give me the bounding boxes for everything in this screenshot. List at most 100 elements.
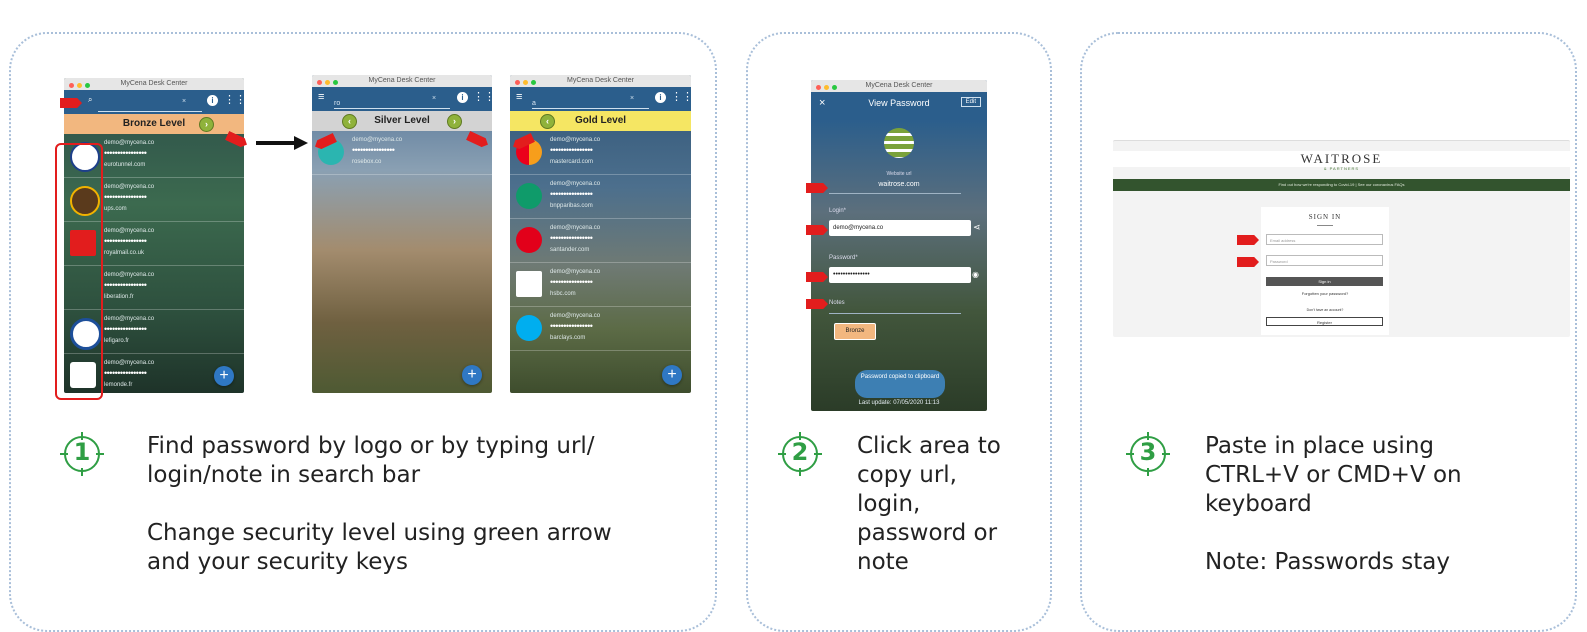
step-3-badge: 3 <box>1126 432 1170 476</box>
website-label: Website url <box>886 171 912 177</box>
row-login: demo@mycena.co <box>550 225 601 231</box>
info-icon[interactable]: i <box>655 92 666 103</box>
website-underline <box>829 193 961 194</box>
forgot-password-link[interactable]: Forgotten your password? <box>1261 291 1389 296</box>
next-level-arrow-icon[interactable]: › <box>447 114 462 129</box>
previous-level-arrow-icon[interactable]: ‹ <box>540 114 555 129</box>
row-password: •••••••••••••••• <box>550 321 593 331</box>
row-login: demo@mycena.co <box>104 140 155 146</box>
copied-toast: Password copied to clipboard <box>855 370 945 398</box>
level-button[interactable]: Bronze <box>834 323 876 340</box>
row-login: demo@mycena.co <box>104 184 155 190</box>
row-login: demo@mycena.co <box>550 137 601 143</box>
last-update: Last update: 07/05/2020 11:13 <box>858 400 940 406</box>
waitrose-logo: WAITROSE <box>1113 151 1570 167</box>
signin-title-underline <box>1317 225 1333 226</box>
row-site: barclays.com <box>550 335 586 341</box>
password-label: Password* <box>829 255 858 261</box>
barclays-logo-icon[interactable] <box>516 315 542 341</box>
waitrose-logo-sub: & PARTNERS <box>1323 166 1360 171</box>
step-1-number: 1 <box>73 438 91 466</box>
step-3-number: 3 <box>1139 438 1157 466</box>
row-site: lemonde.fr <box>104 382 133 388</box>
row-site: eurotunnel.com <box>104 162 146 168</box>
website-value[interactable]: waitrose.com <box>811 181 987 188</box>
password-field[interactable]: ••••••••••••••• <box>829 267 971 283</box>
password-row[interactable]: demo@mycena.co •••••••••••••••• mastercard… <box>510 131 691 175</box>
window-title: MyCena Desk Center <box>368 77 436 84</box>
previous-level-arrow-icon[interactable]: ‹ <box>342 114 357 129</box>
covid-banner: Find out how we're responding to Covid-1… <box>1113 179 1570 191</box>
row-site: bnpparibas.com <box>550 203 593 209</box>
row-site: ups.com <box>104 206 127 212</box>
row-site: lefigaro.fr <box>104 338 130 344</box>
row-site: rosebox.co <box>352 159 382 165</box>
row-password: •••••••••••••••• <box>550 145 593 155</box>
row-site: liberation.fr <box>104 294 134 300</box>
password-row[interactable]: demo@mycena.co •••••••••••••••• rosebox.co <box>312 131 492 175</box>
signin-button[interactable]: Sign in <box>1266 277 1383 286</box>
register-button[interactable]: Register <box>1266 317 1383 326</box>
row-login: demo@mycena.co <box>352 137 403 143</box>
menu-icon[interactable]: ≡ <box>516 91 522 103</box>
window-titlebar: MyCena Desk Center <box>64 78 244 90</box>
view-header: × View Password Edit <box>811 92 987 116</box>
window-title: MyCena Desk Center <box>120 80 188 87</box>
site-logo-icon <box>884 128 914 158</box>
password-row[interactable]: demo@mycena.co •••••••••••••••• barclays.c… <box>510 307 691 351</box>
add-password-fab[interactable]: + <box>214 366 234 386</box>
hsbc-logo-icon[interactable] <box>516 271 542 297</box>
info-icon[interactable]: i <box>457 92 468 103</box>
next-screen-arrow-icon <box>256 135 308 150</box>
row-password: •••••••••••••••• <box>550 233 593 243</box>
level-label: Gold Level <box>574 115 627 126</box>
search-bar[interactable]: ⌕ × i ⋮⋮⋮ <box>64 90 244 114</box>
covid-banner-text[interactable]: Find out how we're responding to Covid-1… <box>1113 179 1570 191</box>
info-icon[interactable]: i <box>207 95 218 106</box>
clear-icon[interactable]: × <box>630 95 634 102</box>
row-password: •••••••••••••••• <box>550 189 593 199</box>
bnp-logo-icon[interactable] <box>516 183 542 209</box>
waitrose-signin-page: WAITROSE & PARTNERS Find out how we're r… <box>1113 140 1570 337</box>
gold-level-screen: MyCena Desk Center ≡ a × i ⋮⋮⋮ ‹ Gold Le… <box>510 75 691 393</box>
search-icon: ⌕ <box>88 95 93 104</box>
email-input[interactable]: Email address <box>1266 234 1383 245</box>
menu-icon[interactable]: ≡ <box>318 91 324 103</box>
add-password-fab[interactable]: + <box>662 365 682 385</box>
row-password: •••••••••••••••• <box>104 324 147 334</box>
step-2-text: Click area to copy url, login, password … <box>857 433 1001 575</box>
add-password-fab[interactable]: + <box>462 365 482 385</box>
next-level-arrow-icon[interactable]: › <box>199 117 214 132</box>
logo-column-highlight <box>55 143 103 400</box>
login-field[interactable]: demo@mycena.co <box>829 220 971 236</box>
clear-icon[interactable]: × <box>182 98 186 105</box>
window-title: MyCena Desk Center <box>865 82 933 89</box>
share-icon[interactable]: ⋖ <box>973 222 981 233</box>
step-2-number: 2 <box>791 438 809 466</box>
clear-icon[interactable]: × <box>432 95 436 102</box>
password-input[interactable]: Password <box>1266 255 1383 266</box>
santander-logo-icon[interactable] <box>516 227 542 253</box>
row-login: demo@mycena.co <box>550 313 601 319</box>
row-password: •••••••••••••••• <box>104 148 147 158</box>
search-bar[interactable]: ≡ a × i ⋮⋮⋮ <box>510 87 691 111</box>
search-bar[interactable]: ≡ ro × i ⋮⋮⋮ <box>312 87 492 111</box>
grid-menu-icon[interactable]: ⋮⋮⋮ <box>671 90 691 103</box>
password-row[interactable]: demo@mycena.co •••••••••••••••• hsbc.com <box>510 263 691 307</box>
view-password-screen: MyCena Desk Center × View Password Edit … <box>811 80 987 411</box>
search-input[interactable] <box>98 103 202 112</box>
eye-icon[interactable]: ◉ <box>972 270 979 279</box>
row-password: •••••••••••••••• <box>550 277 593 287</box>
password-row[interactable]: demo@mycena.co •••••••••••••••• santander.… <box>510 219 691 263</box>
silver-level-bar: ‹ Silver Level › <box>312 111 492 131</box>
grid-menu-icon[interactable]: ⋮⋮⋮ <box>473 90 492 103</box>
row-password: •••••••••••••••• <box>104 280 147 290</box>
login-label: Login* <box>829 208 847 214</box>
row-login: demo@mycena.co <box>104 228 155 234</box>
grid-menu-icon[interactable]: ⋮⋮⋮ <box>224 93 244 106</box>
edit-button[interactable]: Edit <box>960 97 981 107</box>
row-login: demo@mycena.co <box>550 181 601 187</box>
row-login: demo@mycena.co <box>550 269 601 275</box>
row-site: royalmail.co.uk <box>104 250 145 256</box>
password-row[interactable]: demo@mycena.co •••••••••••••••• bnpparibas… <box>510 175 691 219</box>
